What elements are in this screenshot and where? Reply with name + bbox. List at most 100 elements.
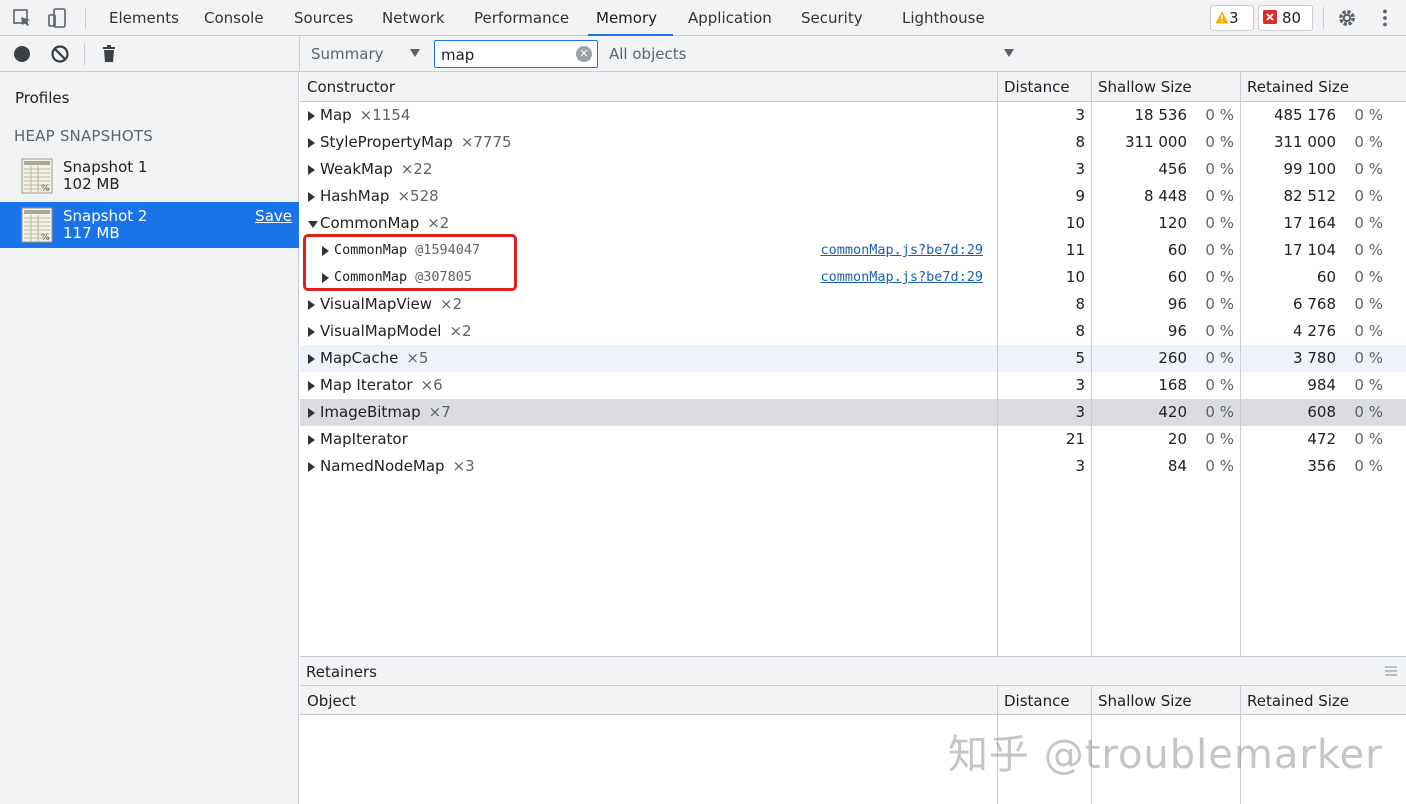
instance-count: ×3 <box>452 457 475 475</box>
distance-value: 10 <box>1065 214 1085 232</box>
retainers-title-bar[interactable]: Retainers <box>300 657 1406 686</box>
source-link[interactable]: commonMap.js?be7d:29 <box>805 237 983 264</box>
constructor-name: NamedNodeMap ×3 <box>320 453 475 480</box>
errors-badge[interactable]: 80 <box>1258 5 1313 31</box>
clear-filter-icon[interactable]: ✕ <box>576 46 592 62</box>
retained-size-value: 311 000 <box>1273 133 1336 151</box>
retained-size-value: 17 104 <box>1283 241 1337 259</box>
objects-select-caret-icon[interactable] <box>1004 49 1014 57</box>
column-divider[interactable] <box>1240 72 1241 656</box>
clear-icon[interactable] <box>50 44 70 64</box>
shallow-size-value: 18 536 <box>1134 106 1188 124</box>
record-icon[interactable] <box>12 44 32 64</box>
tab-sources[interactable]: Sources <box>294 0 353 36</box>
column-divider[interactable] <box>1091 72 1092 656</box>
ret-col-distance-header[interactable]: Distance <box>997 686 1070 716</box>
distance-value: 9 <box>1075 187 1085 205</box>
col-distance-header[interactable]: Distance <box>997 72 1070 102</box>
tab-lighthouse[interactable]: Lighthouse <box>902 0 985 36</box>
column-divider[interactable] <box>997 72 998 656</box>
expand-triangle-icon[interactable] <box>308 435 315 445</box>
instance-count: ×22 <box>400 160 433 178</box>
save-snapshot-link[interactable]: Save <box>255 207 292 225</box>
warning-icon <box>1215 11 1229 24</box>
constructor-name: WeakMap ×22 <box>320 156 432 183</box>
tab-performance[interactable]: Performance <box>474 0 569 36</box>
collapse-triangle-icon[interactable] <box>308 221 318 228</box>
retained-percent: 0 % <box>1354 349 1383 367</box>
snapshot-name: Snapshot 2 <box>63 207 148 225</box>
shallow-size-value: 420 <box>1158 403 1187 421</box>
expand-triangle-icon[interactable] <box>308 111 315 121</box>
constructor-label: NamedNodeMap <box>320 457 445 475</box>
retained-size-value: 608 <box>1307 403 1336 421</box>
device-toolbar-icon[interactable] <box>47 8 67 28</box>
ret-col-shallow-header[interactable]: Shallow Size <box>1091 686 1192 716</box>
shallow-percent: 0 % <box>1205 322 1234 340</box>
expand-triangle-icon[interactable] <box>308 327 315 337</box>
expand-triangle-icon[interactable] <box>308 354 315 364</box>
source-link[interactable]: commonMap.js?be7d:29 <box>805 264 983 291</box>
objects-select[interactable]: All objects <box>609 36 686 72</box>
col-retained-header[interactable]: Retained Size <box>1240 72 1349 102</box>
instance-count: ×2 <box>427 214 450 232</box>
distance-value: 8 <box>1075 295 1085 313</box>
retained-percent: 0 % <box>1354 403 1383 421</box>
more-options-icon[interactable] <box>1375 8 1395 28</box>
toolbar-divider <box>299 36 300 72</box>
tab-application[interactable]: Application <box>688 0 772 36</box>
instance-count: ×1154 <box>359 106 411 124</box>
expand-triangle-icon[interactable] <box>308 138 315 148</box>
col-shallow-header[interactable]: Shallow Size <box>1091 72 1192 102</box>
ret-col-object-header[interactable]: Object <box>300 686 356 716</box>
view-select[interactable]: Summary <box>311 36 384 72</box>
distance-value: 8 <box>1075 322 1085 340</box>
class-filter-input[interactable] <box>441 44 571 66</box>
class-filter-box[interactable]: ✕ <box>434 40 598 68</box>
tab-security[interactable]: Security <box>801 0 863 36</box>
instance-count: ×2 <box>449 322 472 340</box>
tabbar-separator <box>1323 7 1324 29</box>
tab-network[interactable]: Network <box>382 0 445 36</box>
retained-percent: 0 % <box>1354 160 1383 178</box>
expand-triangle-icon[interactable] <box>308 462 315 472</box>
ret-col-retained-header[interactable]: Retained Size <box>1240 686 1349 716</box>
errors-count: 80 <box>1282 9 1302 27</box>
instance-count: ×2 <box>440 295 463 313</box>
shallow-size-value: 84 <box>1167 457 1187 475</box>
retained-size-value: 984 <box>1307 376 1336 394</box>
col-constructor-header[interactable]: Constructor <box>300 72 395 102</box>
retained-percent: 0 % <box>1354 430 1383 448</box>
retained-percent: 0 % <box>1354 214 1383 232</box>
gear-icon[interactable] <box>1337 8 1357 28</box>
shallow-percent: 0 % <box>1205 376 1234 394</box>
retained-percent: 0 % <box>1354 322 1383 340</box>
warnings-badge[interactable]: 3 <box>1210 5 1254 31</box>
shallow-percent: 0 % <box>1205 403 1234 421</box>
tab-elements[interactable]: Elements <box>109 0 179 36</box>
distance-value: 11 <box>1065 241 1085 259</box>
profiles-title: Profiles <box>15 89 70 107</box>
shallow-percent: 0 % <box>1205 187 1234 205</box>
expand-triangle-icon[interactable] <box>308 300 315 310</box>
constructor-label: VisualMapView <box>320 295 433 313</box>
tabbar-separator <box>85 7 86 29</box>
shallow-size-value: 120 <box>1158 214 1187 232</box>
resize-handle-icon[interactable] <box>1384 665 1398 677</box>
inspect-element-icon[interactable] <box>12 8 32 28</box>
shallow-percent: 0 % <box>1205 268 1234 286</box>
distance-value: 21 <box>1065 430 1085 448</box>
tab-memory[interactable]: Memory <box>587 0 674 36</box>
expand-triangle-icon[interactable] <box>308 165 315 175</box>
view-select-caret-icon[interactable] <box>410 49 420 57</box>
expand-triangle-icon[interactable] <box>308 381 315 391</box>
trash-icon[interactable] <box>99 44 119 64</box>
retained-percent: 0 % <box>1354 268 1383 286</box>
constructor-label: StylePropertyMap <box>320 133 453 151</box>
tab-console[interactable]: Console <box>204 0 264 36</box>
expand-triangle-icon[interactable] <box>308 408 315 418</box>
expand-triangle-icon[interactable] <box>308 192 315 202</box>
snapshot-item-2[interactable]: % Snapshot 2 117 MB Save <box>0 202 299 248</box>
error-icon <box>1263 10 1277 24</box>
snapshot-item-1[interactable]: % Snapshot 1 102 MB <box>0 153 299 199</box>
